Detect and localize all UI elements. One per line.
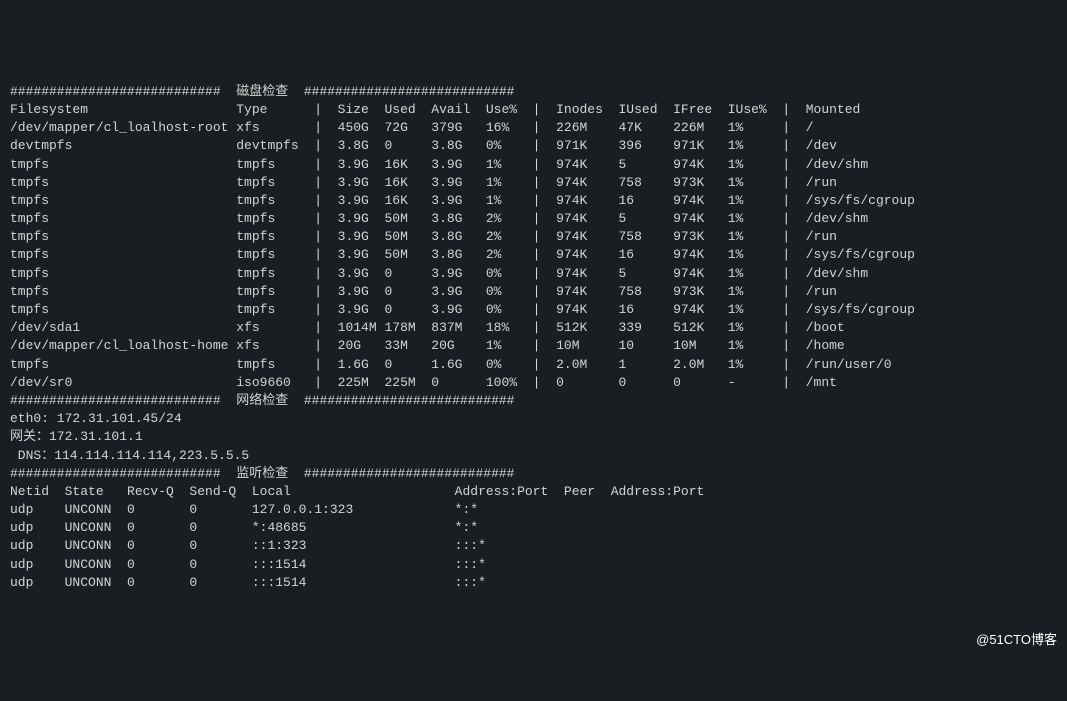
terminal-line: Filesystem Type | Size Used Avail Use% |…: [10, 101, 1057, 119]
terminal-line: ########################### 网络检查 #######…: [10, 392, 1057, 410]
terminal-line: tmpfs tmpfs | 1.6G 0 1.6G 0% | 2.0M 1 2.…: [10, 356, 1057, 374]
terminal-line: tmpfs tmpfs | 3.9G 16K 3.9G 1% | 974K 75…: [10, 174, 1057, 192]
terminal-line: DNS：114.114.114.114,223.5.5.5: [10, 447, 1057, 465]
terminal-line: 网关：172.31.101.1: [10, 428, 1057, 446]
terminal-line: /dev/sda1 xfs | 1014M 178M 837M 18% | 51…: [10, 319, 1057, 337]
terminal-line: udp UNCONN 0 0 :::1514 :::*: [10, 556, 1057, 574]
terminal-line: ########################### 监听检查 #######…: [10, 465, 1057, 483]
terminal-line: devtmpfs devtmpfs | 3.8G 0 3.8G 0% | 971…: [10, 137, 1057, 155]
terminal-line: /dev/mapper/cl_loalhost-root xfs | 450G …: [10, 119, 1057, 137]
terminal-line: udp UNCONN 0 0 127.0.0.1:323 *:*: [10, 501, 1057, 519]
terminal-line: tmpfs tmpfs | 3.9G 50M 3.8G 2% | 974K 5 …: [10, 210, 1057, 228]
terminal-line: eth0: 172.31.101.45/24: [10, 410, 1057, 428]
terminal-line: tmpfs tmpfs | 3.9G 0 3.9G 0% | 974K 758 …: [10, 283, 1057, 301]
terminal-output: ########################### 磁盘检查 #######…: [10, 83, 1057, 592]
terminal-line: tmpfs tmpfs | 3.9G 0 3.9G 0% | 974K 16 9…: [10, 301, 1057, 319]
terminal-line: ########################### 磁盘检查 #######…: [10, 83, 1057, 101]
terminal-line: /dev/mapper/cl_loalhost-home xfs | 20G 3…: [10, 337, 1057, 355]
terminal-line: udp UNCONN 0 0 *:48685 *:*: [10, 519, 1057, 537]
terminal-line: Netid State Recv-Q Send-Q Local Address:…: [10, 483, 1057, 501]
watermark-label: @51CTO博客: [976, 631, 1057, 649]
terminal-line: tmpfs tmpfs | 3.9G 0 3.9G 0% | 974K 5 97…: [10, 265, 1057, 283]
terminal-line: udp UNCONN 0 0 ::1:323 :::*: [10, 537, 1057, 555]
terminal-line: tmpfs tmpfs | 3.9G 16K 3.9G 1% | 974K 16…: [10, 192, 1057, 210]
terminal-line: tmpfs tmpfs | 3.9G 50M 3.8G 2% | 974K 16…: [10, 246, 1057, 264]
terminal-line: tmpfs tmpfs | 3.9G 50M 3.8G 2% | 974K 75…: [10, 228, 1057, 246]
terminal-line: tmpfs tmpfs | 3.9G 16K 3.9G 1% | 974K 5 …: [10, 156, 1057, 174]
terminal-line: /dev/sr0 iso9660 | 225M 225M 0 100% | 0 …: [10, 374, 1057, 392]
terminal-line: udp UNCONN 0 0 :::1514 :::*: [10, 574, 1057, 592]
